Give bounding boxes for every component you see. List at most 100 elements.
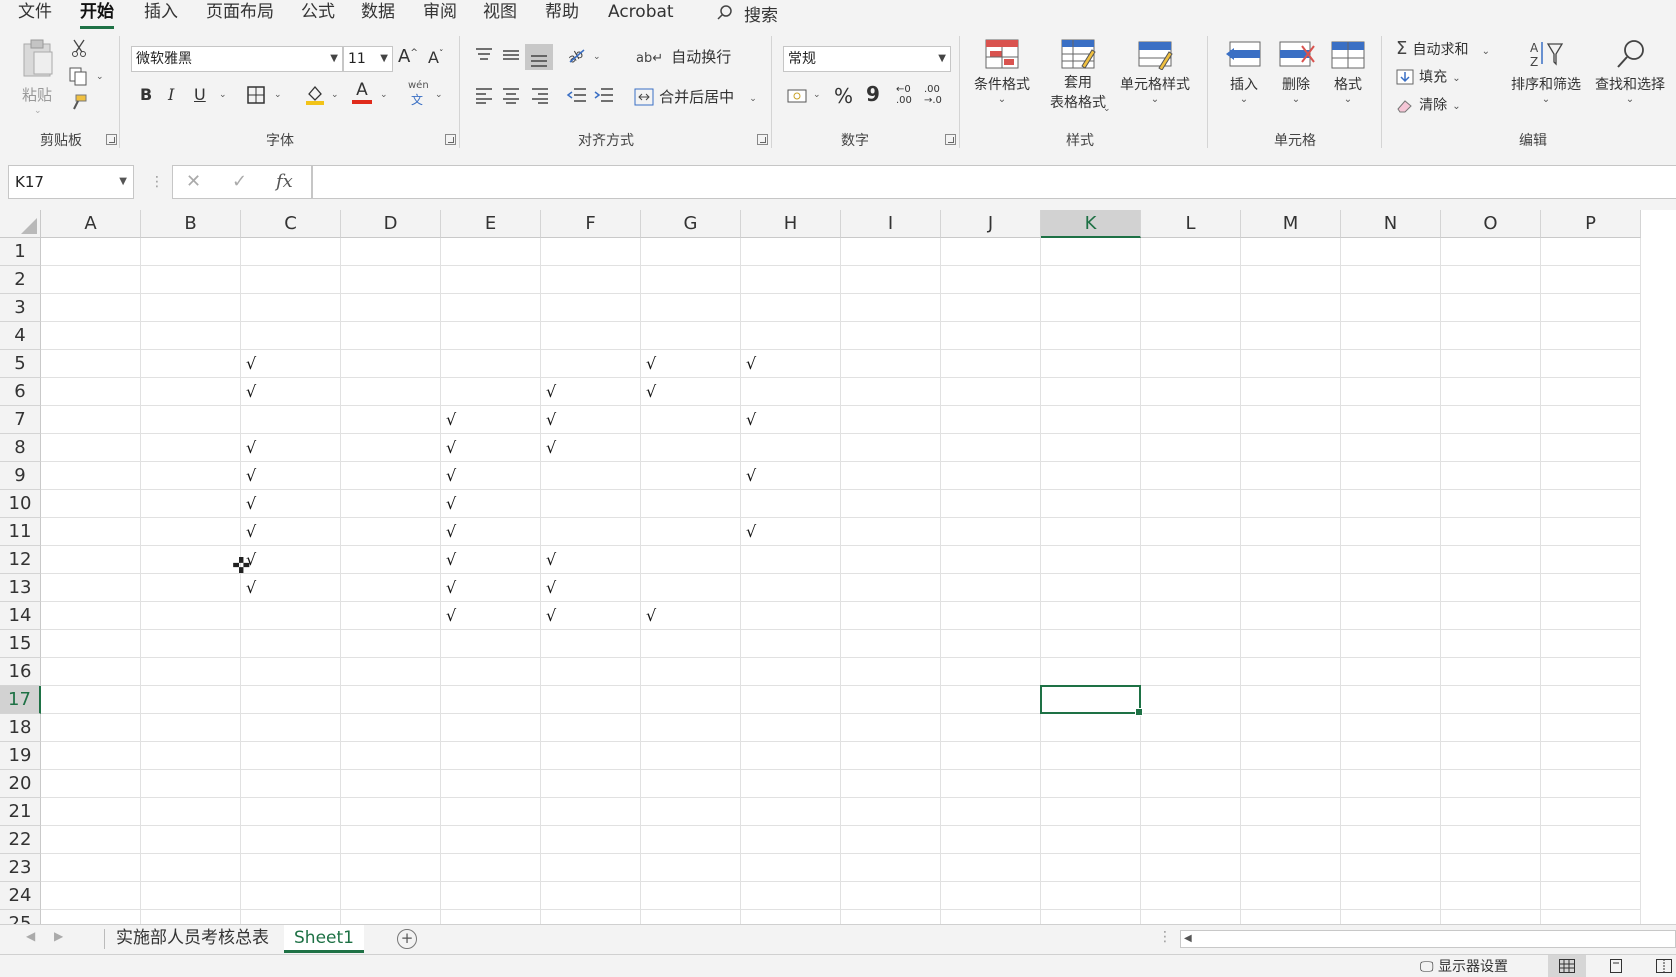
cell[interactable] — [741, 574, 841, 602]
cell[interactable] — [741, 742, 841, 770]
cell[interactable] — [1041, 434, 1141, 462]
cell[interactable] — [441, 714, 541, 742]
align-top-icon[interactable] — [474, 46, 494, 64]
cell[interactable] — [241, 882, 341, 910]
cell[interactable] — [41, 770, 141, 798]
cell[interactable] — [1041, 546, 1141, 574]
cell-checkmark[interactable]: √ — [241, 462, 341, 490]
cell[interactable] — [1541, 574, 1641, 602]
cell[interactable] — [1241, 546, 1341, 574]
cell[interactable] — [1241, 518, 1341, 546]
cell[interactable] — [841, 714, 941, 742]
cell[interactable] — [1041, 770, 1141, 798]
cell[interactable] — [441, 798, 541, 826]
cell[interactable] — [741, 490, 841, 518]
cell[interactable] — [241, 266, 341, 294]
cell[interactable] — [1441, 518, 1541, 546]
sort-filter-button[interactable]: AZ 排序和筛选 ⌄ — [1506, 38, 1586, 128]
cell[interactable] — [1041, 462, 1141, 490]
border-icon[interactable] — [246, 85, 266, 105]
font-color-icon[interactable]: A — [351, 80, 373, 106]
cell[interactable] — [341, 574, 441, 602]
cell-checkmark[interactable]: √ — [241, 518, 341, 546]
number-launcher-icon[interactable] — [945, 134, 956, 145]
cell[interactable] — [841, 490, 941, 518]
cell[interactable] — [841, 406, 941, 434]
row-header-16[interactable]: 16 — [0, 658, 41, 686]
cell[interactable] — [1541, 882, 1641, 910]
cell[interactable] — [141, 518, 241, 546]
cell[interactable] — [1241, 434, 1341, 462]
font-color-dropdown-icon[interactable]: ⌄ — [380, 90, 388, 100]
cell[interactable] — [1441, 462, 1541, 490]
tab-data[interactable]: 数据 — [361, 0, 395, 30]
cell[interactable] — [1341, 294, 1441, 322]
cell[interactable] — [741, 798, 841, 826]
cell[interactable] — [1141, 826, 1241, 854]
cell[interactable] — [941, 630, 1041, 658]
cell[interactable] — [1141, 238, 1241, 266]
bold-button[interactable]: B — [140, 85, 152, 104]
cell-checkmark[interactable]: √ — [441, 574, 541, 602]
cell[interactable] — [941, 826, 1041, 854]
cell-checkmark[interactable]: √ — [241, 378, 341, 406]
cell[interactable] — [741, 770, 841, 798]
page-break-view-icon[interactable] — [1656, 959, 1672, 973]
cell[interactable] — [1441, 910, 1541, 924]
column-header-g[interactable]: G — [641, 210, 741, 238]
cell[interactable] — [641, 910, 741, 924]
cell[interactable] — [1041, 882, 1141, 910]
cell[interactable] — [1241, 490, 1341, 518]
increase-font-icon[interactable]: A^ — [398, 46, 418, 67]
cell[interactable] — [141, 686, 241, 714]
cell[interactable] — [1241, 602, 1341, 630]
cell[interactable] — [1441, 770, 1541, 798]
cell[interactable] — [341, 518, 441, 546]
cell[interactable] — [341, 826, 441, 854]
cell[interactable] — [541, 630, 641, 658]
cell[interactable] — [641, 518, 741, 546]
cell[interactable] — [1341, 350, 1441, 378]
cell[interactable] — [841, 462, 941, 490]
column-header-h[interactable]: H — [741, 210, 841, 238]
cell[interactable] — [641, 546, 741, 574]
cell[interactable] — [141, 854, 241, 882]
cell[interactable] — [1441, 602, 1541, 630]
cell-checkmark[interactable]: √ — [441, 462, 541, 490]
cell-checkmark[interactable]: √ — [441, 406, 541, 434]
cell[interactable] — [1241, 266, 1341, 294]
cell[interactable] — [1141, 406, 1241, 434]
cell[interactable] — [1241, 742, 1341, 770]
cell-checkmark[interactable]: √ — [741, 406, 841, 434]
cell[interactable] — [41, 910, 141, 924]
cell[interactable] — [441, 294, 541, 322]
cell[interactable] — [241, 322, 341, 350]
cell[interactable] — [1441, 686, 1541, 714]
row-header-15[interactable]: 15 — [0, 630, 41, 658]
column-header-j[interactable]: J — [941, 210, 1041, 238]
cell[interactable] — [1241, 714, 1341, 742]
cell[interactable] — [941, 714, 1041, 742]
cell[interactable] — [1441, 854, 1541, 882]
cell[interactable] — [141, 462, 241, 490]
row-header-11[interactable]: 11 — [0, 518, 41, 546]
cell[interactable] — [1341, 574, 1441, 602]
decrease-indent-icon[interactable] — [566, 86, 588, 104]
cell[interactable] — [341, 546, 441, 574]
cell[interactable] — [441, 882, 541, 910]
cell[interactable] — [341, 798, 441, 826]
wrap-text-button[interactable]: ab↵ 自动换行 — [636, 46, 786, 70]
cell[interactable] — [1341, 770, 1441, 798]
cell-checkmark[interactable]: √ — [641, 378, 741, 406]
cell[interactable] — [41, 238, 141, 266]
cell[interactable] — [1241, 686, 1341, 714]
column-header-i[interactable]: I — [841, 210, 941, 238]
format-as-table-button[interactable]: 套用 表格格式 — [1038, 38, 1118, 128]
cell[interactable] — [241, 406, 341, 434]
cell[interactable] — [341, 350, 441, 378]
search-box[interactable]: 搜索 — [716, 0, 778, 26]
cell[interactable] — [1541, 434, 1641, 462]
row-header-1[interactable]: 1 — [0, 238, 41, 266]
cell[interactable] — [541, 238, 641, 266]
alignment-launcher-icon[interactable] — [757, 134, 768, 145]
